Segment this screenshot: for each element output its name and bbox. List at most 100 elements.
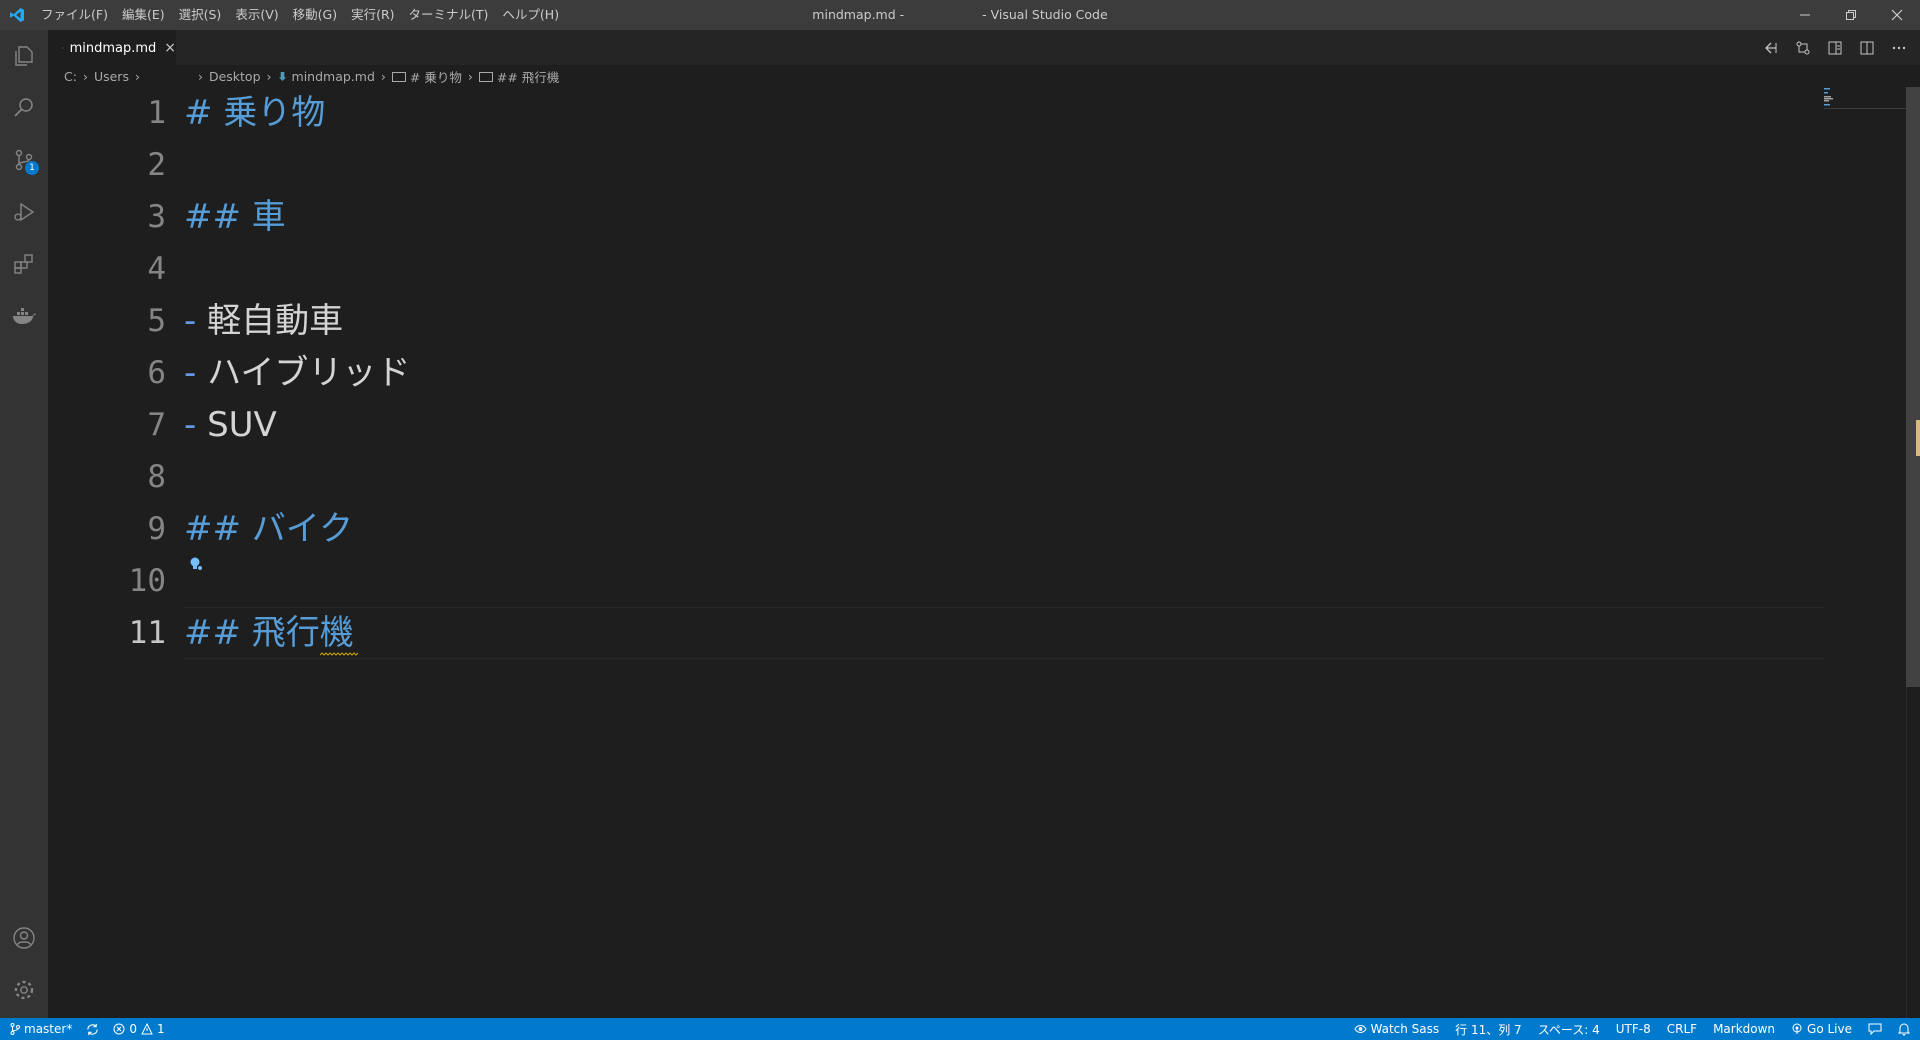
line-number: 10 bbox=[128, 563, 166, 599]
chevron-right-icon: › bbox=[467, 68, 473, 84]
breadcrumb-symbol-1[interactable]: # 乗り物 bbox=[410, 67, 462, 86]
code-line[interactable]: ## バイク bbox=[184, 503, 353, 555]
watch-sass-label: Watch Sass bbox=[1370, 1022, 1440, 1036]
split-editor-button[interactable] bbox=[1856, 37, 1878, 59]
menu-go[interactable]: 移動(G) bbox=[286, 0, 344, 30]
list-marker: - bbox=[184, 405, 197, 445]
breadcrumb-file[interactable]: mindmap.md bbox=[292, 69, 375, 84]
line-number-active: 11 bbox=[128, 615, 166, 651]
watch-sass-button[interactable]: Watch Sass bbox=[1353, 1022, 1440, 1036]
breadcrumb-desktop[interactable]: Desktop bbox=[209, 69, 261, 84]
list-item-text: ハイブリッド bbox=[207, 353, 411, 393]
search-button[interactable] bbox=[0, 84, 48, 132]
encoding-status[interactable]: UTF-8 bbox=[1616, 1022, 1651, 1036]
feedback-button[interactable] bbox=[1868, 1023, 1882, 1035]
minimap-slider[interactable] bbox=[1824, 87, 1906, 109]
breadcrumb-users[interactable]: Users bbox=[94, 69, 129, 84]
git-compare-icon bbox=[1796, 41, 1810, 54]
lightbulb-icon[interactable] bbox=[188, 556, 204, 572]
warning-squiggle bbox=[320, 652, 358, 656]
sync-button[interactable] bbox=[86, 1023, 99, 1036]
broadcast-icon bbox=[1792, 1023, 1802, 1034]
go-live-button[interactable]: Go Live bbox=[1791, 1022, 1852, 1036]
sync-icon bbox=[87, 1023, 99, 1035]
vertical-scrollbar[interactable] bbox=[1906, 87, 1920, 1018]
heading-marker: ## bbox=[184, 509, 241, 549]
restore-button[interactable] bbox=[1828, 0, 1874, 30]
docker-button[interactable] bbox=[0, 292, 48, 340]
editor-area[interactable]: 1 2 3 4 5 6 7 8 9 10 11 # 乗り物 ## 車 - 軽自動… bbox=[48, 87, 1920, 1018]
ellipsis-icon bbox=[1892, 46, 1906, 49]
breadcrumb-symbol-2[interactable]: ## 飛行機 bbox=[497, 67, 559, 86]
chevron-right-icon: › bbox=[380, 68, 386, 84]
window-title-file: mindmap.md - bbox=[812, 7, 905, 22]
close-window-button[interactable] bbox=[1874, 0, 1920, 30]
breadcrumb: C: › Users › › Desktop › mindmap.md › # … bbox=[48, 65, 1920, 87]
more-actions-button[interactable] bbox=[1888, 37, 1910, 59]
go-live-label: Go Live bbox=[1807, 1022, 1852, 1036]
menu-run[interactable]: 実行(R) bbox=[344, 0, 401, 30]
manage-button[interactable] bbox=[0, 966, 48, 1014]
line-number: 9 bbox=[147, 511, 166, 547]
code-line[interactable]: - ハイブリッド bbox=[184, 347, 410, 399]
close-icon bbox=[1891, 9, 1903, 21]
menu-help[interactable]: ヘルプ(H) bbox=[495, 0, 566, 30]
git-branch-icon bbox=[10, 1023, 20, 1035]
cursor-position[interactable]: 行 11、列 7 bbox=[1455, 1021, 1522, 1038]
chevron-right-icon: › bbox=[266, 68, 272, 84]
account-icon bbox=[13, 927, 35, 949]
bell-icon bbox=[1898, 1023, 1910, 1035]
source-control-button[interactable]: 1 bbox=[0, 136, 48, 184]
heading-text: バイク bbox=[251, 509, 354, 549]
open-changes-button[interactable] bbox=[1760, 37, 1782, 59]
extensions-button[interactable] bbox=[0, 240, 48, 288]
tab-close-button[interactable]: × bbox=[164, 40, 176, 56]
title-bar: ファイル(F) 編集(E) 選択(S) 表示(V) 移動(G) 実行(R) ター… bbox=[0, 0, 1920, 30]
error-icon bbox=[113, 1023, 125, 1035]
heading-marker: ## bbox=[184, 613, 241, 653]
warning-count: 1 bbox=[156, 1022, 165, 1036]
compare-changes-button[interactable] bbox=[1792, 37, 1814, 59]
run-debug-icon bbox=[14, 202, 35, 222]
code-line[interactable]: - 軽自動車 bbox=[184, 295, 343, 347]
minimap-content bbox=[1824, 88, 1833, 106]
menu-file[interactable]: ファイル(F) bbox=[34, 0, 115, 30]
explorer-button[interactable] bbox=[0, 32, 48, 80]
line-number: 7 bbox=[147, 407, 166, 443]
arrow-left-icon bbox=[1765, 42, 1777, 53]
code-line[interactable]: ## 車 bbox=[184, 191, 286, 243]
account-button[interactable] bbox=[0, 914, 48, 962]
menu-view[interactable]: 表示(V) bbox=[228, 0, 285, 30]
tab-label: mindmap.md bbox=[69, 40, 157, 56]
indentation-status[interactable]: スペース: 4 bbox=[1538, 1021, 1600, 1038]
scrollbar-thumb[interactable] bbox=[1906, 87, 1920, 687]
menu-terminal[interactable]: ターミナル(T) bbox=[402, 0, 496, 30]
menu-bar: ファイル(F) 編集(E) 選択(S) 表示(V) 移動(G) 実行(R) ター… bbox=[34, 0, 566, 30]
code-line[interactable]: # 乗り物 bbox=[184, 87, 325, 139]
minimize-icon bbox=[1800, 14, 1810, 16]
open-preview-button[interactable] bbox=[1824, 37, 1846, 59]
feedback-icon bbox=[1868, 1023, 1882, 1035]
activity-bar: 1 bbox=[0, 30, 48, 1018]
notifications-button[interactable] bbox=[1898, 1023, 1910, 1036]
language-mode[interactable]: Markdown bbox=[1713, 1022, 1775, 1036]
explorer-icon bbox=[15, 46, 33, 66]
tab-mindmap[interactable]: mindmap.md × bbox=[48, 30, 176, 65]
menu-selection[interactable]: 選択(S) bbox=[172, 0, 229, 30]
current-line-highlight bbox=[184, 607, 1824, 659]
run-debug-button[interactable] bbox=[0, 188, 48, 236]
branch-status[interactable]: master* bbox=[10, 1022, 72, 1036]
eol-status[interactable]: CRLF bbox=[1667, 1022, 1697, 1036]
line-number: 8 bbox=[147, 459, 166, 495]
problems-status[interactable]: 0 1 bbox=[113, 1022, 165, 1036]
chevron-right-icon: › bbox=[197, 68, 203, 84]
heading-text: 車 bbox=[251, 197, 286, 237]
window-controls bbox=[1782, 0, 1920, 30]
code-line[interactable]: - SUV bbox=[184, 399, 277, 451]
breadcrumb-drive[interactable]: C: bbox=[64, 69, 77, 84]
minimize-button[interactable] bbox=[1782, 0, 1828, 30]
scrollbar-warning-marker bbox=[1916, 420, 1920, 456]
heading-text: 飛行機 bbox=[251, 613, 354, 653]
status-bar: master* 0 1 Watch Sass 行 11、列 7 スペース: 4 … bbox=[0, 1018, 1920, 1040]
menu-edit[interactable]: 編集(E) bbox=[115, 0, 172, 30]
